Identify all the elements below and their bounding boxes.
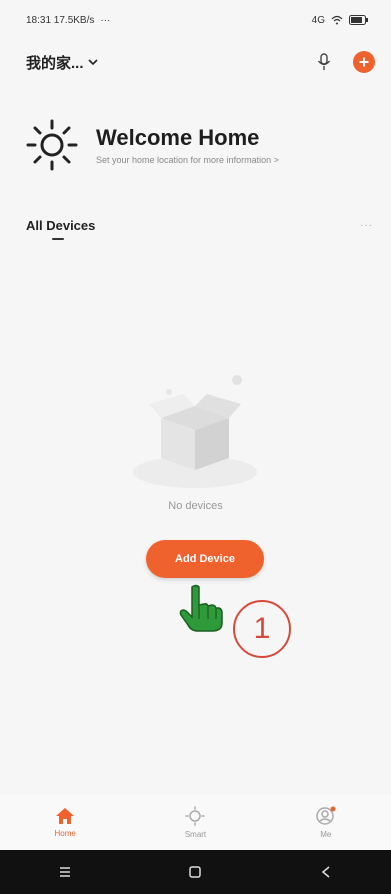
welcome-banner[interactable]: Welcome Home Set your home location for …: [24, 110, 374, 180]
welcome-subtitle: Set your home location for more informat…: [96, 155, 279, 165]
empty-box-illustration: [133, 375, 257, 488]
back-nav-button[interactable]: [296, 857, 356, 887]
add-device-button[interactable]: Add Device: [146, 540, 264, 578]
tab-all-devices[interactable]: All Devices: [26, 218, 95, 240]
back-icon: [321, 866, 330, 878]
sun-icon: [26, 119, 78, 171]
tab-smart[interactable]: Smart: [145, 805, 245, 839]
tab-home[interactable]: Home: [15, 807, 115, 838]
header-actions: [313, 51, 375, 73]
home-selector[interactable]: 我的家...: [26, 52, 98, 73]
plus-icon: [359, 57, 369, 67]
status-time: 18:31 17.5KB/s: [26, 14, 95, 26]
bottom-tab-bar: Home Smart Me: [0, 795, 391, 849]
welcome-title: Welcome Home: [96, 125, 260, 150]
add-button[interactable]: [353, 51, 375, 73]
wifi-icon: [331, 15, 343, 25]
mic-icon: [317, 53, 331, 70]
pointer-hand-icon: [179, 584, 223, 632]
home-header: 我的家...: [0, 44, 391, 80]
status-left: 18:31 17.5KB/s ···: [26, 15, 110, 26]
menu-nav-button[interactable]: [35, 857, 95, 887]
signal-text: 4G: [311, 14, 325, 26]
home-name: 我的家...: [26, 54, 84, 72]
battery-icon: [349, 15, 368, 25]
system-navigation-bar: [0, 850, 391, 894]
tab-me-label: Me: [320, 829, 332, 839]
chevron-down-icon: [87, 59, 98, 66]
tab-me[interactable]: Me: [276, 806, 376, 839]
home-icon: [56, 807, 75, 824]
tab-home-label: Home: [54, 828, 76, 838]
more-button[interactable]: ···: [360, 220, 373, 231]
status-dots: ···: [100, 14, 111, 26]
voice-button[interactable]: [313, 51, 335, 73]
step-number-annotation: 1: [233, 600, 291, 658]
tab-smart-label: Smart: [184, 829, 207, 839]
welcome-text: Welcome Home Set your home location for …: [96, 125, 279, 165]
smart-icon: [185, 805, 206, 826]
devices-section-header: All Devices ···: [0, 205, 391, 245]
profile-icon: [316, 806, 336, 825]
status-right: 4G: [312, 15, 369, 26]
home-nav-button[interactable]: [165, 857, 225, 887]
status-bar: 18:31 17.5KB/s ··· 4G: [0, 0, 391, 40]
empty-state-text: No devices: [168, 500, 223, 512]
menu-icon: [60, 867, 71, 877]
square-icon: [189, 866, 202, 878]
